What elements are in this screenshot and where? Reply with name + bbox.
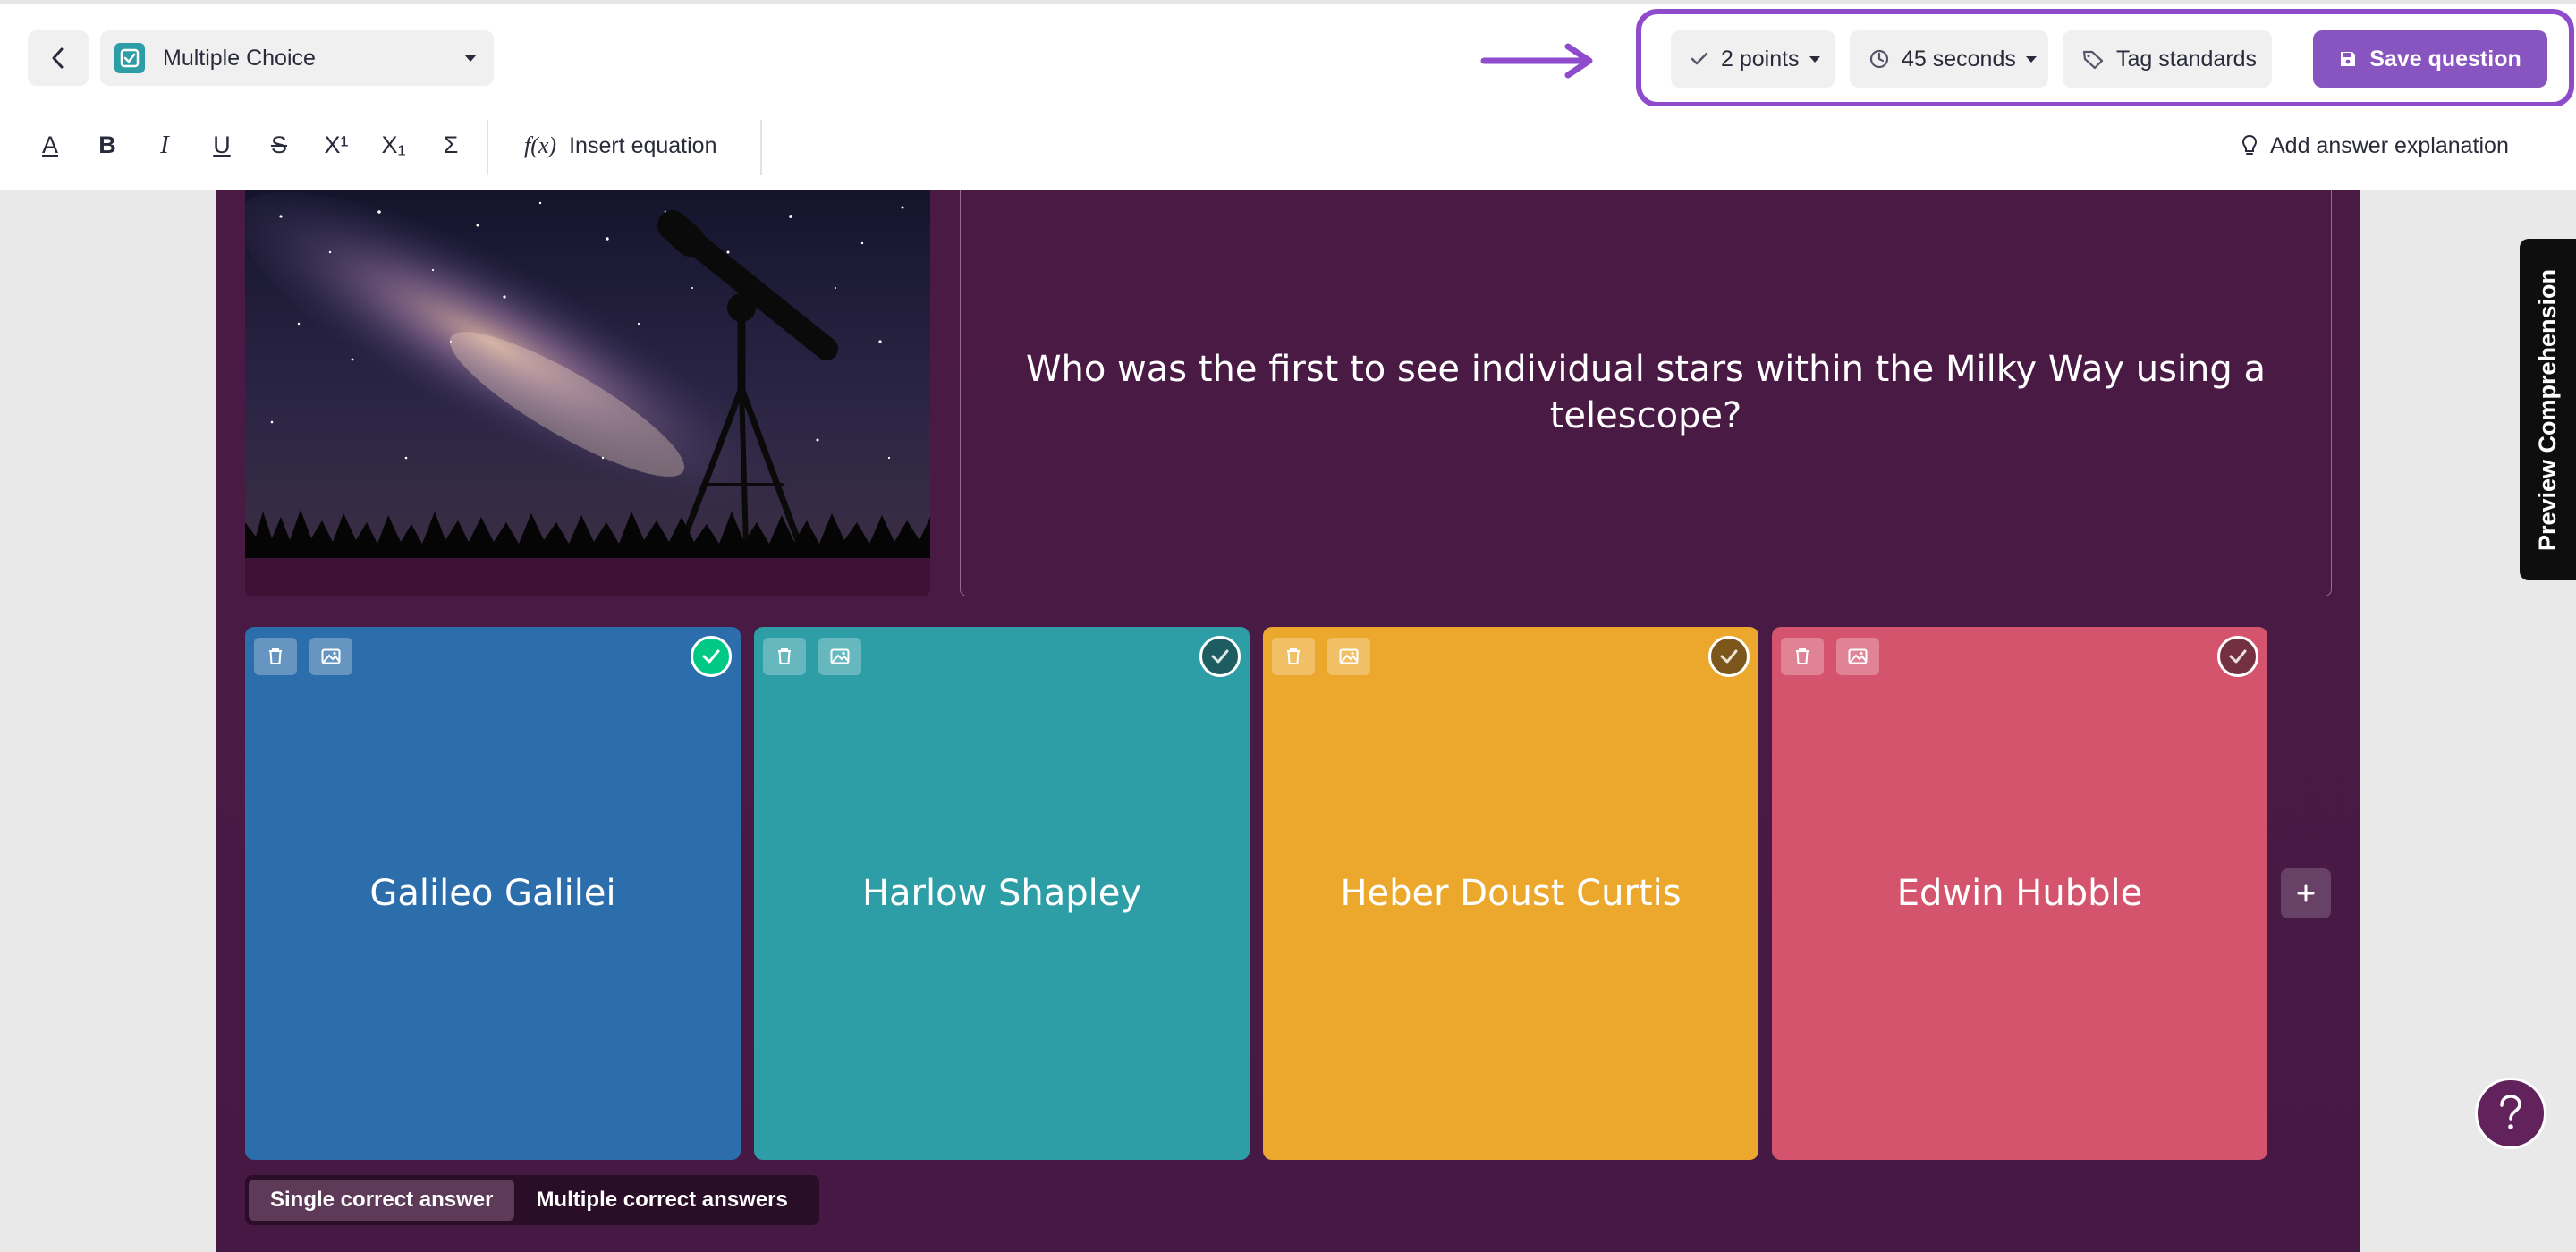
answer-option[interactable]: Edwin Hubble bbox=[1772, 627, 2267, 1160]
answer-text: Galileo Galilei bbox=[369, 873, 616, 914]
trash-icon bbox=[1794, 647, 1810, 665]
check-icon bbox=[1690, 52, 1708, 66]
add-answer-button[interactable] bbox=[2281, 868, 2331, 918]
toolbar-divider bbox=[487, 120, 488, 175]
function-icon: f(x) bbox=[524, 132, 557, 158]
strikethrough-button[interactable]: S bbox=[259, 123, 299, 166]
add-image-button[interactable] bbox=[1327, 638, 1370, 675]
question-type-label: Multiple Choice bbox=[163, 45, 316, 71]
image-icon bbox=[321, 648, 341, 664]
correct-answer-toggle[interactable] bbox=[1199, 636, 1241, 677]
trash-icon bbox=[776, 647, 792, 665]
bold-button[interactable]: B bbox=[88, 123, 127, 166]
answer-text: Heber Doust Curtis bbox=[1340, 873, 1682, 914]
delete-answer-button[interactable] bbox=[254, 638, 297, 675]
delete-answer-button[interactable] bbox=[1781, 638, 1824, 675]
caret-down-icon bbox=[1809, 55, 1821, 63]
question-editor: Who was the first to see individual star… bbox=[216, 190, 2360, 1252]
tag-icon bbox=[2082, 49, 2104, 69]
check-icon bbox=[1210, 648, 1230, 664]
superscript-button[interactable]: X¹ bbox=[317, 123, 356, 166]
points-label: 2 points bbox=[1721, 46, 1800, 72]
trash-icon bbox=[267, 647, 284, 665]
floppy-disk-icon bbox=[2339, 50, 2357, 68]
question-type-select[interactable]: Multiple Choice bbox=[100, 30, 494, 86]
question-text: Who was the first to see individual star… bbox=[1025, 349, 2267, 436]
symbol-button[interactable]: Σ bbox=[431, 123, 470, 166]
save-question-label: Save question bbox=[2369, 46, 2521, 72]
add-image-button[interactable] bbox=[1836, 638, 1879, 675]
correct-answer-toggle[interactable] bbox=[691, 636, 732, 677]
single-correct-answer-option[interactable]: Single correct answer bbox=[249, 1180, 515, 1221]
answer-option[interactable]: Galileo Galilei bbox=[245, 627, 741, 1160]
check-icon bbox=[2228, 648, 2248, 664]
tag-standards-label: Tag standards bbox=[2116, 46, 2258, 72]
checkbox-icon bbox=[114, 43, 145, 73]
add-image-button[interactable] bbox=[818, 638, 861, 675]
insert-equation-button[interactable]: f(x) Insert equation bbox=[524, 123, 717, 168]
correct-answer-toggle[interactable] bbox=[2217, 636, 2258, 677]
arrow-right-icon bbox=[1480, 43, 1598, 79]
question-mark-icon bbox=[2495, 1094, 2527, 1133]
save-question-button[interactable]: Save question bbox=[2313, 30, 2547, 88]
help-button[interactable] bbox=[2475, 1078, 2546, 1149]
image-icon bbox=[1848, 648, 1868, 664]
answer-text: Edwin Hubble bbox=[1896, 873, 2143, 914]
answer-mode-toggle: Single correct answer Multiple correct a… bbox=[245, 1175, 819, 1225]
lightbulb-icon bbox=[2241, 134, 2258, 157]
clock-icon bbox=[1869, 49, 1889, 69]
check-icon bbox=[1719, 648, 1739, 664]
trash-icon bbox=[1285, 647, 1301, 665]
points-select[interactable]: 2 points bbox=[1671, 30, 1835, 88]
caret-down-icon bbox=[2025, 55, 2038, 63]
check-icon bbox=[701, 648, 721, 664]
answer-option[interactable]: Harlow Shapley bbox=[754, 627, 1250, 1160]
question-text-field[interactable]: Who was the first to see individual star… bbox=[960, 190, 2332, 596]
delete-answer-button[interactable] bbox=[1272, 638, 1315, 675]
toolbar-divider bbox=[760, 120, 762, 175]
caret-down-icon bbox=[463, 54, 478, 63]
preview-label: Preview Comprehension bbox=[2534, 268, 2561, 551]
add-image-button[interactable] bbox=[309, 638, 352, 675]
text-color-button[interactable]: A bbox=[30, 123, 70, 166]
back-button[interactable] bbox=[28, 30, 89, 86]
subscript-button[interactable]: X₁ bbox=[374, 123, 413, 166]
plus-icon bbox=[2296, 884, 2316, 903]
time-select[interactable]: 45 seconds bbox=[1850, 30, 2048, 88]
image-icon bbox=[1339, 648, 1359, 664]
italic-button[interactable]: I bbox=[145, 123, 184, 166]
night-sky-telescope-image bbox=[245, 190, 930, 558]
preview-tab[interactable]: Preview Comprehension bbox=[2520, 239, 2576, 580]
answer-option[interactable]: Heber Doust Curtis bbox=[1263, 627, 1758, 1160]
insert-equation-label: Insert equation bbox=[569, 132, 717, 158]
tag-standards-button[interactable]: Tag standards bbox=[2063, 30, 2272, 88]
answer-text: Harlow Shapley bbox=[861, 873, 1142, 914]
underline-button[interactable]: U bbox=[202, 123, 242, 166]
add-answer-explanation-label: Add answer explanation bbox=[2270, 132, 2509, 158]
add-answer-explanation-button[interactable]: Add answer explanation bbox=[2241, 123, 2509, 168]
question-media[interactable] bbox=[245, 190, 930, 596]
correct-answer-toggle[interactable] bbox=[1708, 636, 1750, 677]
image-icon bbox=[830, 648, 850, 664]
time-label: 45 seconds bbox=[1902, 46, 2016, 72]
multiple-correct-answers-option[interactable]: Multiple correct answers bbox=[514, 1180, 809, 1221]
formatting-toolbar: A B I U S X¹ X₁ Σ f(x) Insert equation A… bbox=[0, 106, 2576, 190]
delete-answer-button[interactable] bbox=[763, 638, 806, 675]
top-bar: Multiple Choice 2 points 45 seconds Tag … bbox=[0, 0, 2576, 107]
chevron-left-icon bbox=[48, 47, 68, 70]
